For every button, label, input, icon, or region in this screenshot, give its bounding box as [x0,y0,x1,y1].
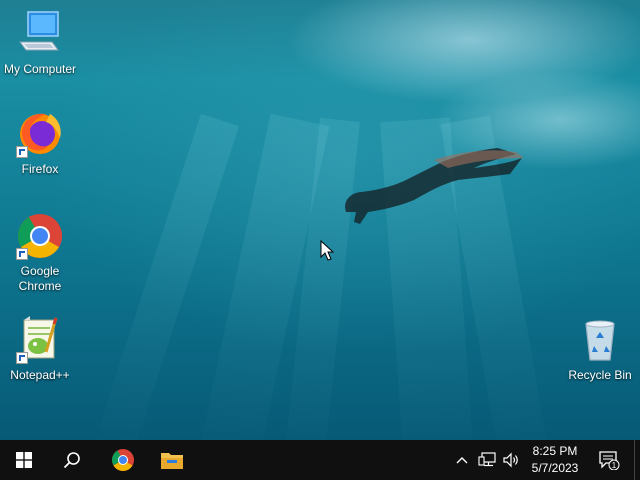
recycle-bin-icon [576,316,624,364]
file-explorer-icon [161,453,183,469]
clock-time: 8:25 PM [532,444,578,458]
chrome-icon [16,212,64,260]
clock-date: 5/7/2023 [531,461,579,475]
computer-icon [16,10,64,58]
chevron-up-icon [456,457,468,464]
desktop-icon-my-computer[interactable]: My Computer [1,10,79,77]
desktop-icon-label: Notepad++ [10,368,70,382]
start-button[interactable] [0,440,48,480]
windows-logo-icon [16,452,32,468]
action-center-button[interactable]: 1 [592,440,626,480]
tray-show-hidden[interactable] [452,440,472,480]
desktop-icon-label: My Computer [3,62,77,76]
desktop-icon-notepadpp[interactable]: Notepad++ [1,316,79,383]
chrome-icon [112,449,134,471]
taskbar-pinned-file-explorer[interactable] [148,440,196,480]
firefox-icon [16,110,64,158]
tray-volume[interactable] [500,440,522,480]
shortcut-arrow-icon [16,352,28,364]
search-icon [63,452,80,469]
notepadpp-icon [16,316,64,364]
network-icon [478,452,496,467]
show-desktop-button[interactable] [634,440,640,480]
taskbar-pinned-chrome[interactable] [99,440,147,480]
search-button[interactable] [48,440,96,480]
taskbar: 8:25 PM 5/7/2023 1 [0,440,640,480]
desktop-icon-label: Firefox [21,162,59,176]
desktop-icon-label: Recycle Bin [568,368,632,382]
shortcut-arrow-icon [16,146,28,158]
desktop-icon-google-chrome[interactable]: Google Chrome [1,212,79,294]
desktop-icon-firefox[interactable]: Firefox [1,110,79,177]
taskbar-clock[interactable]: 8:25 PM 5/7/2023 [524,443,586,477]
desktop-background: My Computer Firefox Google Chrome Notepa… [0,0,640,440]
shortcut-arrow-icon [16,248,28,260]
mouse-cursor-icon [320,240,334,261]
swimmer-image [345,148,524,224]
desktop-icon-recycle-bin[interactable]: Recycle Bin [561,316,639,383]
tray-network[interactable] [476,440,498,480]
action-center-icon: 1 [599,451,620,470]
notification-count: 1 [612,461,617,470]
desktop-icon-label: Google Chrome [18,264,62,293]
volume-icon [503,452,518,468]
